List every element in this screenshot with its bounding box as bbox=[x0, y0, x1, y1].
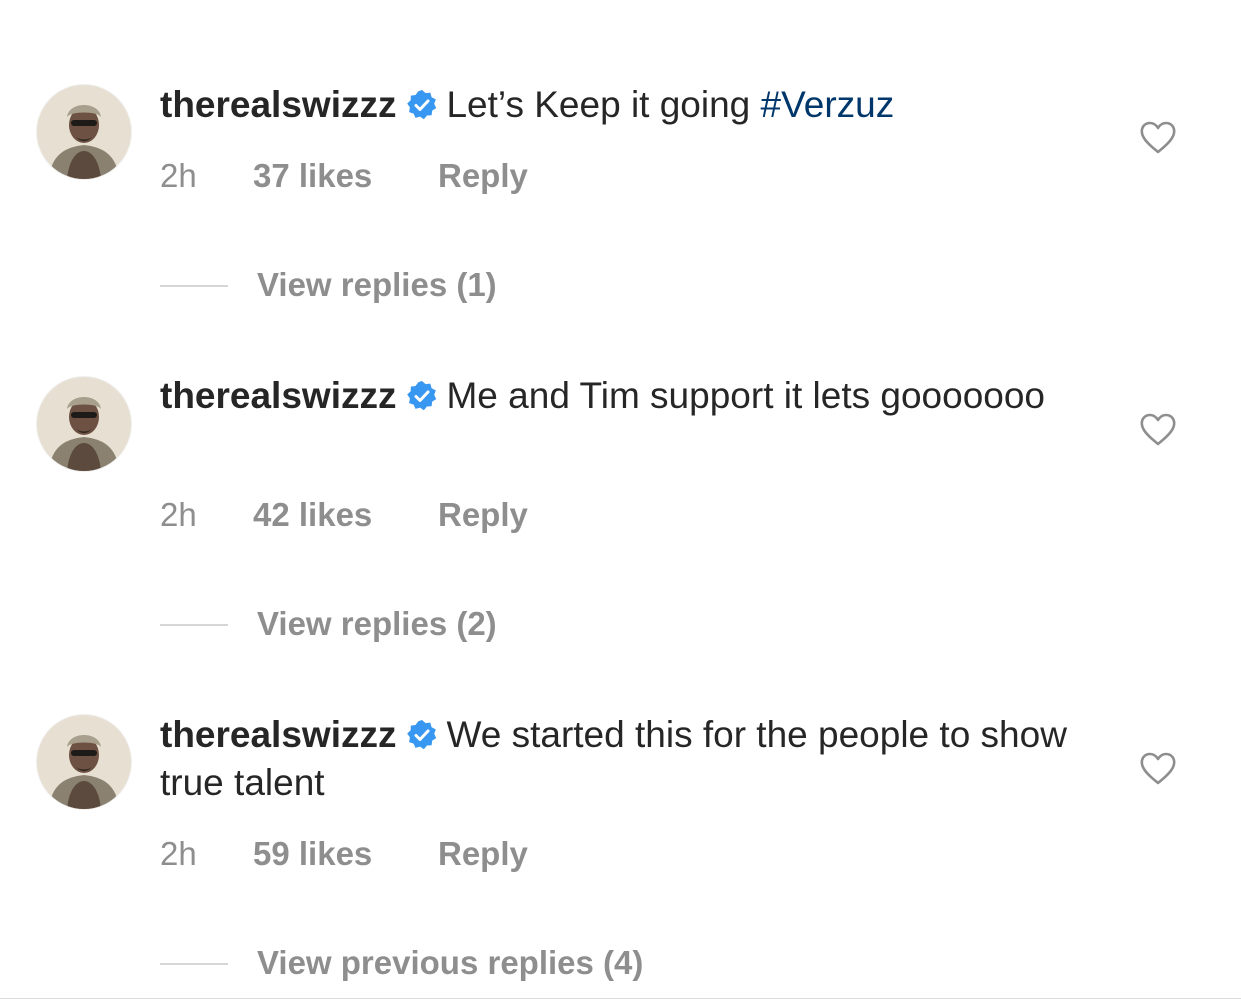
heart-icon[interactable] bbox=[1139, 752, 1177, 786]
verified-badge-icon bbox=[406, 715, 438, 750]
avatar[interactable] bbox=[37, 85, 131, 179]
hashtag-link[interactable]: #Verzuz bbox=[761, 84, 895, 125]
replies-divider-line bbox=[160, 624, 228, 626]
reply-button[interactable]: Reply bbox=[438, 835, 528, 873]
likes-count[interactable]: 59 likes bbox=[253, 835, 372, 873]
likes-count[interactable]: 37 likes bbox=[253, 157, 372, 195]
reply-button[interactable]: Reply bbox=[438, 496, 528, 534]
avatar[interactable] bbox=[37, 377, 131, 471]
view-replies-label[interactable]: View replies (1) bbox=[257, 266, 497, 304]
verified-badge-icon bbox=[406, 376, 438, 411]
bottom-divider bbox=[0, 998, 1241, 999]
comment-username[interactable]: therealswizzz bbox=[160, 375, 396, 416]
avatar[interactable] bbox=[37, 715, 131, 809]
comment-time: 2h bbox=[160, 496, 197, 533]
replies-divider-line bbox=[160, 963, 228, 965]
comment-body: Me and Tim support it lets gooooooo bbox=[446, 375, 1046, 416]
verified-badge-icon bbox=[406, 85, 438, 120]
comment-time: 2h bbox=[160, 835, 197, 872]
comment-text: therealswizzz We started this for the peo… bbox=[160, 711, 1080, 807]
view-replies-label[interactable]: View replies (2) bbox=[257, 605, 497, 643]
view-replies-label[interactable]: View previous replies (4) bbox=[257, 944, 643, 982]
likes-count[interactable]: 42 likes bbox=[253, 496, 372, 534]
comment-username[interactable]: therealswizzz bbox=[160, 84, 396, 125]
comment-time: 2h bbox=[160, 157, 197, 194]
comment-username[interactable]: therealswizzz bbox=[160, 714, 396, 755]
replies-divider-line bbox=[160, 285, 228, 287]
heart-icon[interactable] bbox=[1139, 121, 1177, 155]
comment-text: therealswizzz Let’s Keep it going #Verzuz bbox=[160, 81, 1080, 129]
heart-icon[interactable] bbox=[1139, 413, 1177, 447]
comment-text: therealswizzz Me and Tim support it lets … bbox=[160, 372, 1080, 420]
reply-button[interactable]: Reply bbox=[438, 157, 528, 195]
comment-body: Let’s Keep it going bbox=[446, 84, 761, 125]
